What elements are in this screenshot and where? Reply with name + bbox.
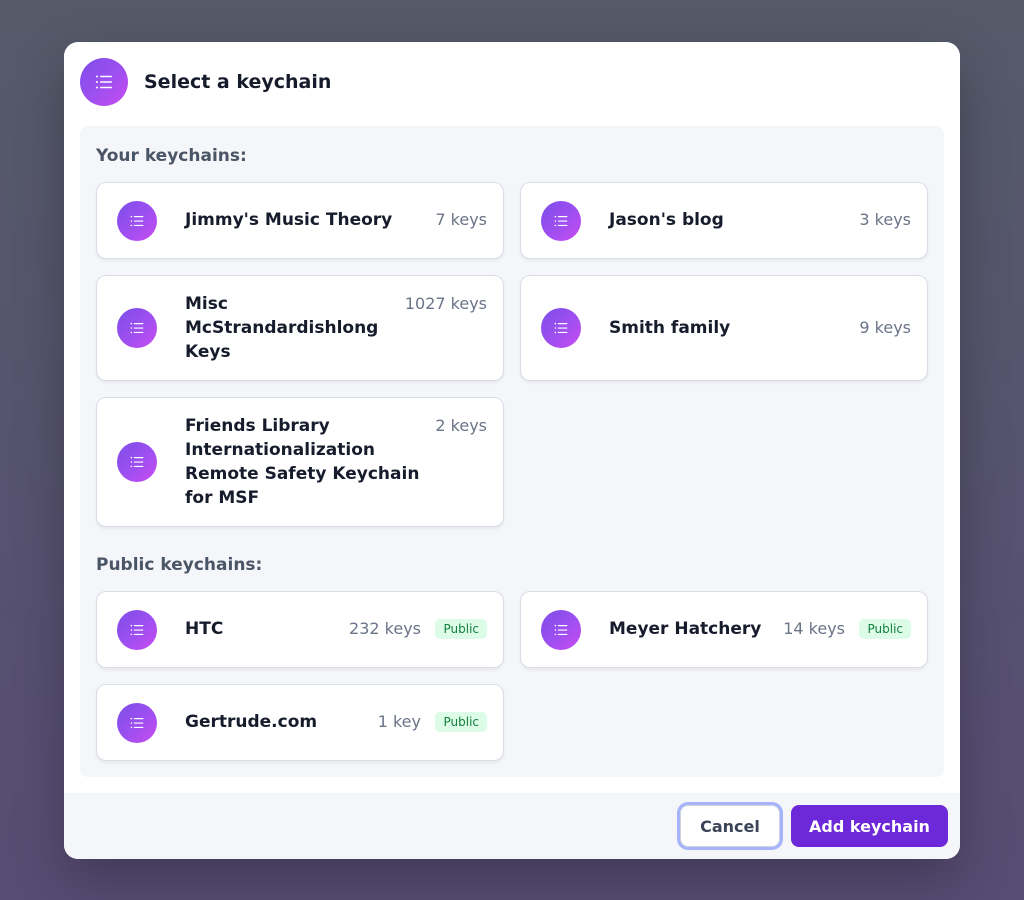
list-icon [541, 308, 581, 348]
keychain-card[interactable]: Gertrude.com 1 key Public [96, 684, 504, 761]
keychain-name: HTC [185, 619, 224, 639]
select-keychain-dialog: Select a keychain Your keychains: Jimmy'… [64, 42, 960, 859]
cancel-button[interactable]: Cancel [680, 805, 780, 847]
key-count: 3 keys [859, 210, 911, 229]
key-count: 232 keys [349, 619, 421, 638]
add-keychain-button[interactable]: Add keychain [791, 805, 948, 847]
key-count: 9 keys [859, 318, 911, 337]
keychain-card[interactable]: Jimmy's Music Theory 7 keys [96, 182, 504, 259]
dialog-footer: Cancel Add keychain [64, 793, 960, 859]
key-count: 1027 keys [404, 294, 487, 313]
key-count: 14 keys [783, 619, 845, 638]
keychain-list-area: Your keychains: Jimmy's Music Theory 7 k… [80, 126, 944, 777]
key-count: 2 keys [435, 416, 487, 435]
list-icon [80, 58, 128, 106]
your-keychains-heading: Your keychains: [96, 146, 247, 166]
keychain-card[interactable]: Smith family 9 keys [520, 275, 928, 381]
keychain-name: Friends Library Internationalization Rem… [185, 416, 420, 508]
keychain-name: Smith family [609, 318, 731, 338]
list-icon [117, 442, 157, 482]
key-count: 7 keys [435, 210, 487, 229]
public-badge: Public [435, 712, 487, 732]
keychain-card[interactable]: HTC 232 keys Public [96, 591, 504, 668]
keychain-name: Jason's blog [609, 210, 724, 230]
list-icon [117, 200, 157, 241]
keychain-card[interactable]: Friends Library Internationalization Rem… [96, 397, 504, 527]
keychain-card[interactable]: Jason's blog 3 keys [520, 182, 928, 259]
dialog-title: Select a keychain [144, 71, 332, 93]
key-count: 1 key [377, 712, 421, 731]
list-icon [541, 200, 581, 241]
keychain-name: Jimmy's Music Theory [185, 210, 393, 230]
keychain-name: Meyer Hatchery [609, 619, 762, 639]
list-icon [117, 609, 157, 650]
keychain-card[interactable]: Meyer Hatchery 14 keys Public [520, 591, 928, 668]
keychain-card[interactable]: Misc McStrandardishlong Keys 1027 keys [96, 275, 504, 381]
dialog-header: Select a keychain [80, 58, 331, 106]
list-icon [117, 702, 157, 743]
public-badge: Public [859, 619, 911, 639]
public-badge: Public [435, 619, 487, 639]
keychain-name: Gertrude.com [185, 712, 318, 732]
list-icon [117, 308, 157, 348]
keychain-name: Misc McStrandardishlong Keys [185, 294, 379, 362]
public-keychains-heading: Public keychains: [96, 555, 263, 575]
list-icon [541, 609, 581, 650]
